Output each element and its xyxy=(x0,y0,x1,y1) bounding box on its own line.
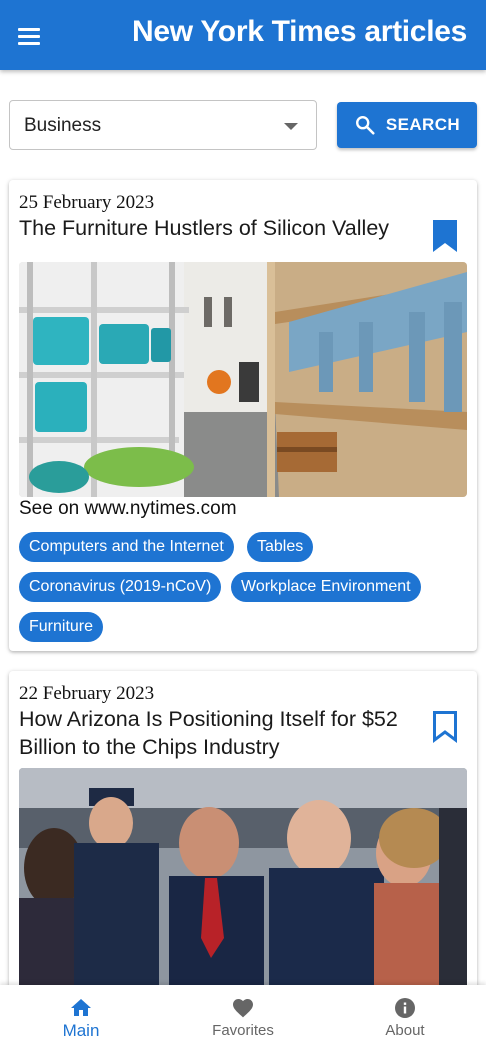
search-button-label: SEARCH xyxy=(385,115,461,134)
info-icon xyxy=(395,998,415,1018)
nav-about-label: About xyxy=(385,1022,425,1039)
section-select[interactable]: Business xyxy=(9,100,317,150)
article-image[interactable] xyxy=(19,768,467,1001)
home-icon xyxy=(71,999,91,1016)
dropdown-arrow-icon xyxy=(284,123,298,130)
article-date: 22 February 2023 xyxy=(19,683,155,704)
nav-favorites-label: Favorites xyxy=(212,1022,274,1039)
app-title: New York Times articles xyxy=(132,15,467,48)
tag-chip[interactable]: Computers and the Internet xyxy=(19,532,234,562)
nav-main-label: Main xyxy=(62,1021,100,1040)
menu-icon[interactable] xyxy=(10,17,48,55)
search-icon xyxy=(355,116,375,135)
heart-icon xyxy=(233,999,253,1018)
nav-favorites[interactable]: Favorites xyxy=(162,985,324,1045)
tag-chip[interactable]: Coronavirus (2019-nCoV) xyxy=(19,572,222,602)
article-date: 25 February 2023 xyxy=(19,192,155,213)
article-title[interactable]: The Furniture Hustlers of Silicon Valley xyxy=(19,214,419,242)
article-card: 25 February 2023 The Furniture Hustlers … xyxy=(9,180,477,651)
nav-main[interactable]: Main xyxy=(0,985,162,1045)
tag-chip[interactable]: Tables xyxy=(247,532,314,562)
article-image[interactable] xyxy=(19,262,467,497)
article-card: 22 February 2023 How Arizona Is Position… xyxy=(9,671,477,1001)
nav-about[interactable]: About xyxy=(324,985,486,1045)
search-button[interactable]: SEARCH xyxy=(337,102,477,148)
section-select-value: Business xyxy=(24,115,102,136)
tag-chip[interactable]: Workplace Environment xyxy=(231,572,421,602)
bookmark-outline-icon[interactable] xyxy=(431,709,459,745)
article-title[interactable]: How Arizona Is Positioning Itself for $5… xyxy=(19,705,419,761)
source-link[interactable]: See on www.nytimes.com xyxy=(19,498,237,520)
app-bar: New York Times articles xyxy=(0,0,486,70)
bookmark-filled-icon[interactable] xyxy=(431,218,459,254)
tag-chip[interactable]: Furniture xyxy=(19,612,104,642)
bottom-navigation: Main Favorites About xyxy=(0,985,486,1045)
